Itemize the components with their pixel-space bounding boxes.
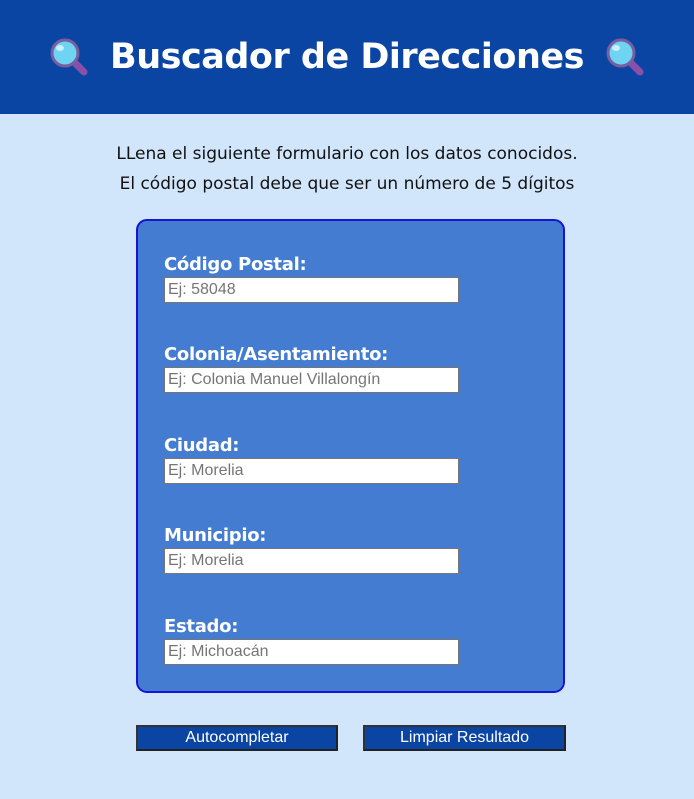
autocomplete-button[interactable]: Autocompletar xyxy=(136,725,338,751)
municipality-label: Municipio: xyxy=(164,525,267,546)
state-label: Estado: xyxy=(164,616,239,637)
address-form: Código Postal: Colonia/Asentamiento: Ciu… xyxy=(136,219,565,693)
state-field-group: Estado: xyxy=(164,615,464,665)
magnifying-glass-icon xyxy=(606,38,644,76)
postal-code-field-group: Código Postal: xyxy=(164,253,464,303)
postal-code-input[interactable] xyxy=(164,277,459,303)
instructions-line-2: El código postal debe que ser un número … xyxy=(119,174,575,194)
clear-results-button[interactable]: Limpiar Resultado xyxy=(363,725,566,751)
city-input[interactable] xyxy=(164,458,459,484)
city-field-group: Ciudad: xyxy=(164,434,464,484)
page-header: Buscador de Direcciones xyxy=(0,0,694,114)
instructions-line-1: LLena el siguiente formulario con los da… xyxy=(116,144,578,164)
postal-code-label: Código Postal: xyxy=(164,254,307,275)
magnifying-glass-icon xyxy=(50,38,88,76)
city-label: Ciudad: xyxy=(164,435,240,456)
municipality-input[interactable] xyxy=(164,548,459,574)
state-input[interactable] xyxy=(164,639,459,665)
colony-field-group: Colonia/Asentamiento: xyxy=(164,343,464,393)
instructions: LLena el siguiente formulario con los da… xyxy=(0,139,694,199)
page-title: Buscador de Direcciones xyxy=(110,36,584,77)
colony-label: Colonia/Asentamiento: xyxy=(164,344,389,365)
colony-input[interactable] xyxy=(164,367,459,393)
municipality-field-group: Municipio: xyxy=(164,524,464,574)
